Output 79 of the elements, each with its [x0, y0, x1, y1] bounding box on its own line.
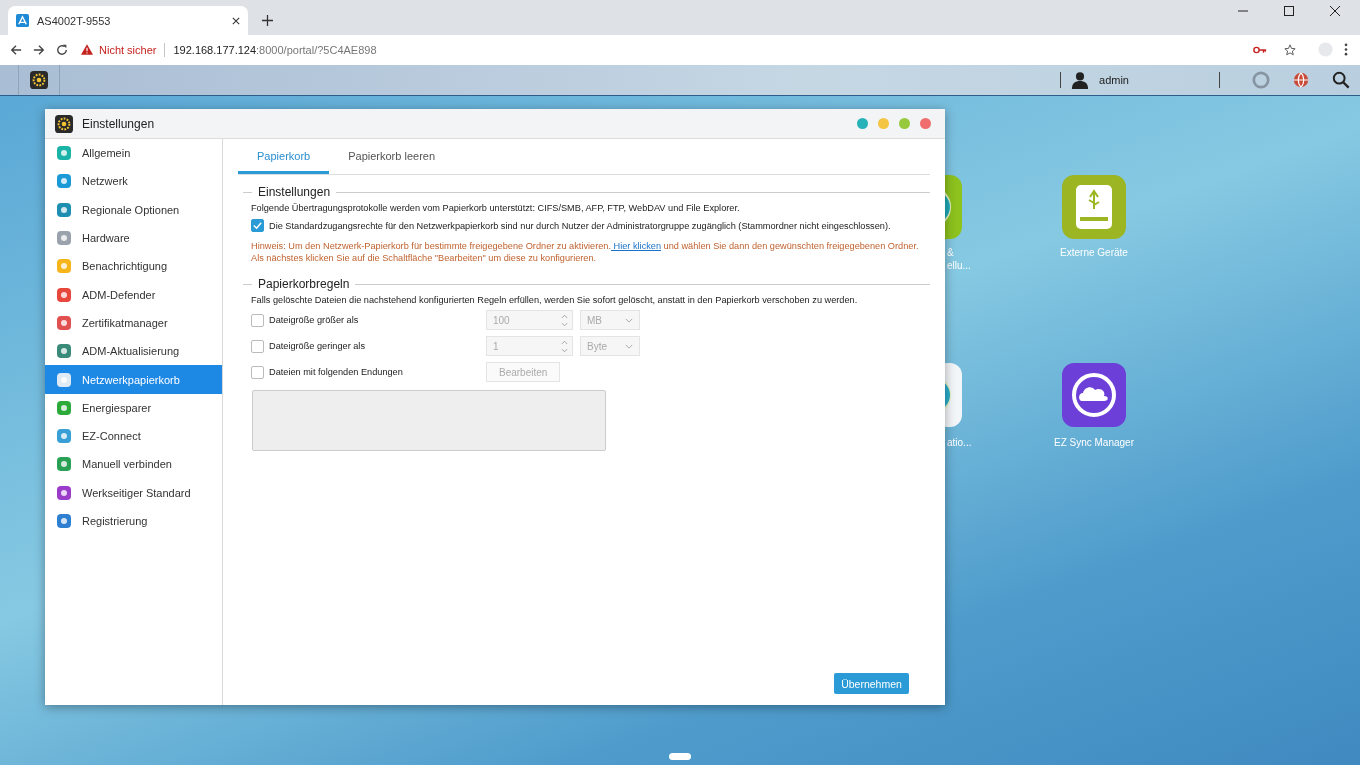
app-icon[interactable]: [945, 363, 962, 427]
sidebar-item[interactable]: Benachrichtigung: [45, 252, 222, 281]
star-icon[interactable]: [1283, 43, 1297, 56]
security-label: Nicht sicher: [99, 43, 157, 56]
browser-tab[interactable]: AS4002T-9553: [8, 6, 248, 35]
gear-icon: [30, 71, 48, 89]
taskbar-app-button[interactable]: [18, 65, 60, 95]
close-icon[interactable]: [1330, 6, 1340, 16]
checkbox[interactable]: [251, 365, 264, 379]
sidebar-item[interactable]: Hardware: [45, 223, 222, 253]
search-icon[interactable]: [1332, 71, 1350, 89]
site-icon: [16, 14, 29, 27]
checkbox[interactable]: [251, 339, 264, 353]
hint-text: Als nächstes klicken Sie auf die Schaltfläche "Bearbeiten" um diese zu konfigurieren.: [251, 253, 598, 263]
category-icon: [56, 371, 72, 388]
category-icon: [56, 173, 72, 190]
menu-icon[interactable]: [1344, 43, 1348, 56]
section-title: Einstellungen: [258, 185, 331, 199]
spinner-icon[interactable]: [561, 339, 568, 353]
category-icon: [56, 456, 72, 473]
sidebar-item[interactable]: Regionale Optionen: [45, 195, 222, 224]
sidebar-item[interactable]: ADM-Defender: [45, 280, 222, 309]
app-icon[interactable]: [1062, 363, 1126, 427]
hint-text: Hinweis: Um den Netzwerk-Papierkorb für bestimmte freigegebene Ordner zu aktivieren. Hier klicken und wählen Sie dann den gewünschten freigegebenen Ordner.: [251, 241, 920, 251]
sidebar-item[interactable]: Allgemein: [45, 139, 222, 168]
maximize-icon[interactable]: [1284, 6, 1294, 16]
category-icon: [56, 258, 72, 275]
description-text: Folgende Übertragungsprotokolle werden vom Papierkorb unterstützt: CIFS/SMB, AFP, FTP, WebDAV und File Explorer.: [251, 203, 741, 213]
sidebar-item[interactable]: Registrierung: [45, 506, 222, 536]
globe-icon[interactable]: [1292, 71, 1310, 89]
url-text: 192.168.177.124:8000/portal/?5C4AE898: [173, 43, 377, 56]
hier-klicken-link[interactable]: Hier klicken: [611, 241, 662, 251]
forward-icon[interactable]: [33, 43, 45, 56]
category-icon: [56, 428, 72, 445]
tab[interactable]: Papierkorb: [238, 141, 330, 174]
category-icon: [56, 399, 72, 416]
category-icon: [56, 513, 72, 529]
sidebar-item[interactable]: Werkseitiger Standard: [45, 478, 222, 507]
tab-title: AS4002T-9553: [37, 14, 112, 27]
circle-icon[interactable]: [1252, 71, 1270, 89]
close-icon[interactable]: [232, 16, 240, 25]
category-icon: [56, 314, 72, 331]
checkbox[interactable]: [251, 313, 264, 327]
gear-icon: [55, 114, 73, 133]
checkbox-label: Dateien mit folgenden Endungen: [269, 367, 403, 377]
caret-icon: [625, 317, 633, 323]
user-name[interactable]: admin: [1099, 74, 1129, 86]
checkbox-label: Dateigröße geringer als: [269, 341, 365, 351]
user-icon[interactable]: [1071, 71, 1090, 89]
sidebar-item[interactable]: EZ-Connect: [45, 421, 222, 451]
checkbox-label: Die Standardzugangsrechte für den Netzwerkpapierkorb sind nur durch Nutzer der Administratorgruppe zugänglich (Stammordner nicht eingeschlossen).: [269, 220, 891, 231]
description-text: Falls gelöschte Dateien die nachstehend konfigurierten Regeln erfüllen, werden Sie sofort gelöscht, anstatt in den Papierkorb verschoben zu werden.: [251, 295, 859, 305]
back-icon[interactable]: [10, 43, 22, 56]
handle[interactable]: [669, 753, 691, 760]
category-icon: [56, 286, 72, 303]
sidebar-item[interactable]: Energiesparer: [45, 393, 222, 422]
caret-icon: [625, 343, 633, 349]
checkbox-label: Dateigröße größer als: [269, 315, 359, 325]
spinner-icon[interactable]: [561, 313, 568, 327]
warning-icon: [81, 44, 93, 55]
category-icon: [56, 230, 72, 247]
sidebar-item[interactable]: Zertifikatmanager: [45, 308, 222, 338]
tab[interactable]: Papierkorb leeren: [329, 141, 455, 174]
close-button[interactable]: [920, 118, 931, 129]
sidebar-item[interactable]: Netzwerkpapierkorb: [45, 365, 222, 394]
category-icon: [56, 484, 72, 501]
maximize-button[interactable]: [899, 118, 910, 129]
plus-icon[interactable]: [262, 15, 273, 26]
sidebar-item[interactable]: ADM-Aktualisierung: [45, 337, 222, 366]
category-icon: [56, 201, 72, 218]
category-icon: [56, 343, 72, 360]
sidebar-item[interactable]: Manuell verbinden: [45, 450, 222, 479]
section-title: Papierkorbregeln: [258, 277, 350, 291]
checkbox[interactable]: [251, 219, 264, 232]
reload-icon[interactable]: [56, 43, 68, 56]
window-button[interactable]: [857, 118, 868, 129]
window-title: Einstellungen: [82, 116, 155, 131]
sidebar-item[interactable]: Netzwerk: [45, 167, 222, 196]
category-icon: [56, 145, 72, 162]
